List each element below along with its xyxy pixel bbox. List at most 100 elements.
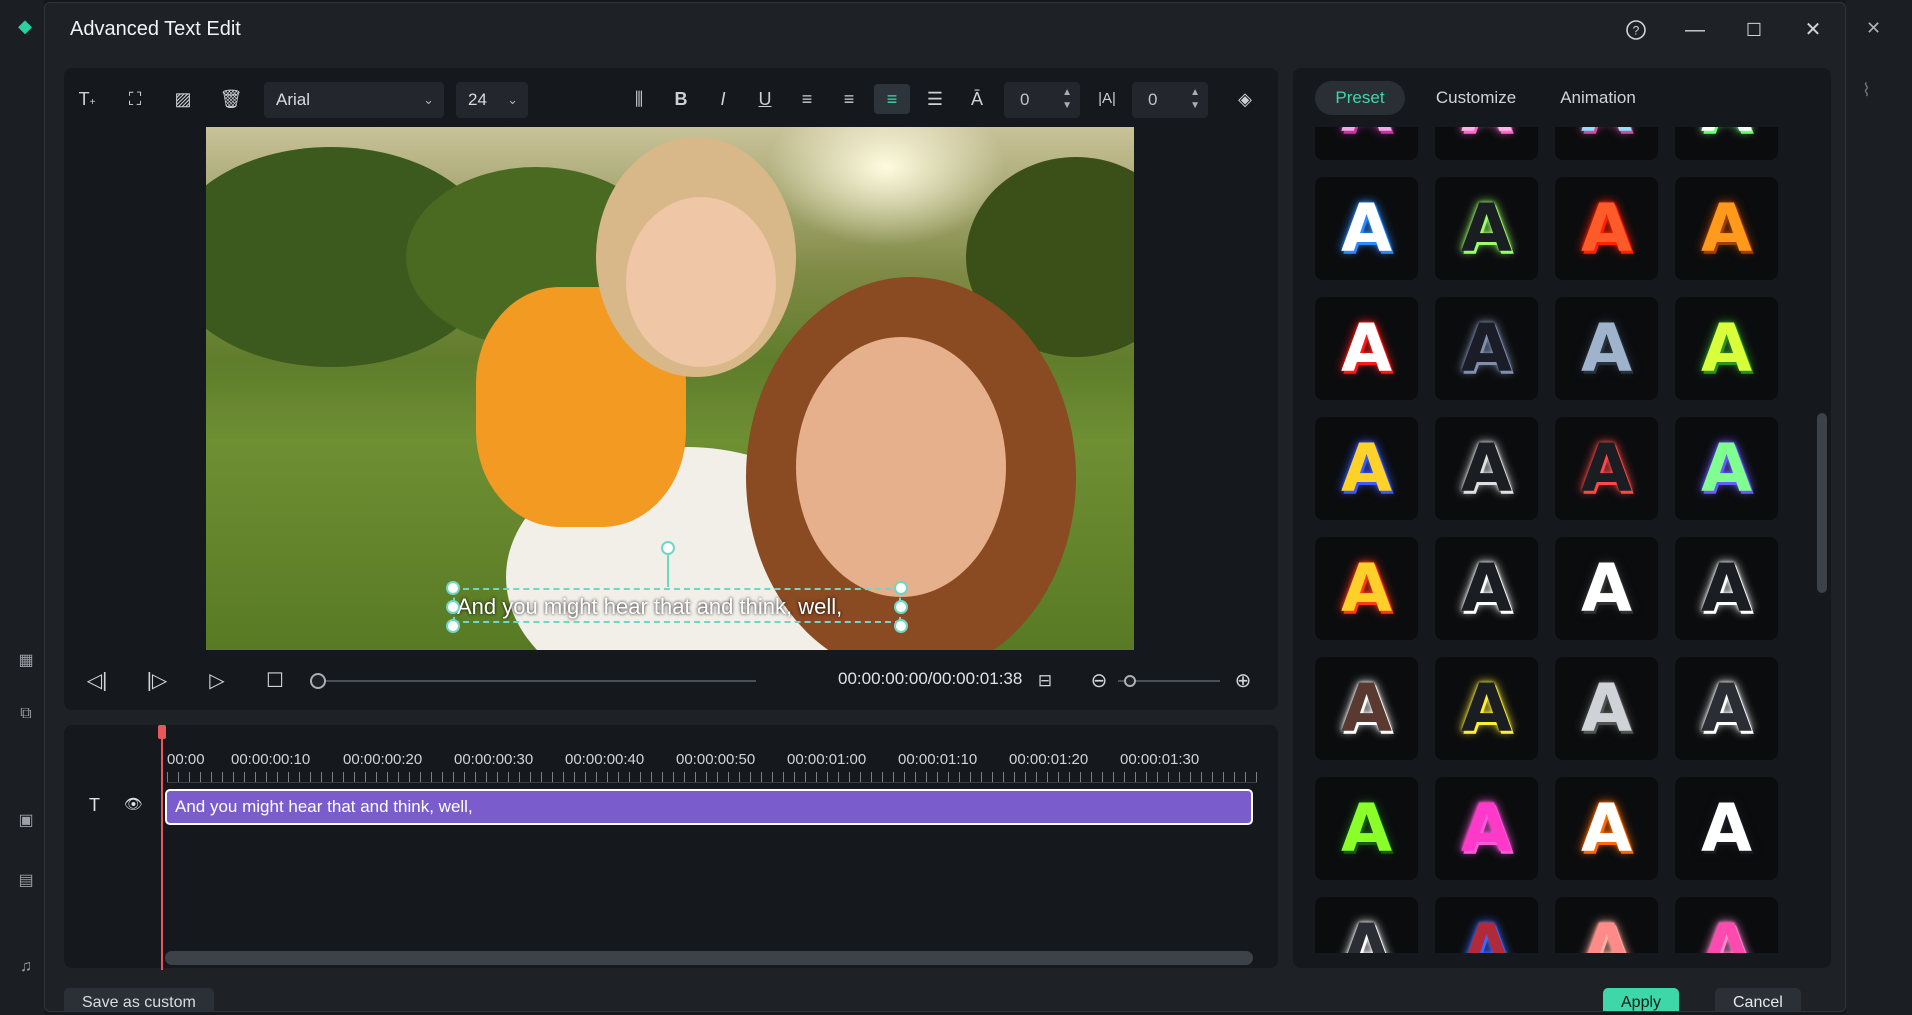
ruler-label: 00:00:00:30 (454, 751, 534, 768)
preset-tile[interactable]: A (1555, 657, 1658, 760)
tab-animation[interactable]: Animation (1543, 81, 1653, 115)
help-icon[interactable]: ? (1621, 15, 1651, 45)
align-right-icon[interactable]: ≡ (834, 84, 864, 114)
add-text-icon[interactable]: T+ (72, 84, 102, 114)
tab-customize[interactable]: Customize (1421, 81, 1531, 115)
resize-handle[interactable] (894, 581, 908, 595)
preset-tile[interactable]: A (1675, 537, 1778, 640)
horizontal-scrollbar[interactable] (165, 951, 1253, 965)
preset-tile[interactable]: A (1315, 537, 1418, 640)
video-preview[interactable]: And you might hear that and think, well, (206, 127, 1134, 650)
preset-tile[interactable]: A (1675, 657, 1778, 760)
size-select[interactable]: 24 ⌄ (456, 82, 528, 118)
preset-tile[interactable]: A (1555, 897, 1658, 953)
eye-icon[interactable]: 👁 (124, 795, 143, 813)
previous-frame-icon[interactable]: ◁| (84, 668, 110, 694)
preset-tile[interactable]: A (1555, 417, 1658, 520)
preset-letter: A (1700, 670, 1753, 747)
minimize-icon[interactable]: — (1680, 15, 1710, 45)
preset-scrollbar[interactable] (1817, 413, 1827, 593)
text-clip[interactable]: And you might hear that and think, well, (165, 789, 1253, 825)
stop-icon[interactable]: ☐ (262, 668, 288, 694)
next-frame-icon[interactable]: |▷ (144, 668, 170, 694)
preset-tile[interactable]: A (1315, 297, 1418, 400)
preset-tile[interactable]: A (1555, 297, 1658, 400)
preset-tile[interactable]: A (1315, 177, 1418, 280)
preset-tile[interactable]: A (1675, 897, 1778, 953)
maximize-icon[interactable]: ☐ (1739, 15, 1769, 45)
image-icon[interactable]: ▨ (168, 84, 198, 114)
line-spacing-stepper[interactable]: 0 ▲ ▼ (1132, 82, 1208, 118)
preset-tile[interactable]: A (1435, 537, 1538, 640)
preset-letter: A (1340, 430, 1393, 507)
time-ruler[interactable]: 00:00 00:00:00:10 00:00:00:20 00:00:00:3… (167, 743, 1257, 783)
preset-letter: A (1460, 910, 1513, 953)
music-icon: ♫ (20, 958, 32, 975)
preset-tile[interactable]: A (1675, 177, 1778, 280)
rotate-handle[interactable] (661, 541, 675, 555)
zoom-out-icon[interactable]: ⊖ (1086, 668, 1112, 694)
preset-tile[interactable]: A (1555, 177, 1658, 280)
delete-icon[interactable]: 🗑 (216, 84, 246, 114)
preset-tile[interactable]: A (1555, 127, 1658, 160)
preset-tile[interactable]: A (1675, 417, 1778, 520)
play-icon[interactable]: ▷ (204, 668, 230, 694)
dialog-title: Advanced Text Edit (70, 18, 241, 40)
vertical-text-icon[interactable]: ⫼ (624, 84, 654, 114)
zoom-knob[interactable] (1124, 675, 1136, 687)
resize-handle[interactable] (446, 619, 460, 633)
save-as-custom-button[interactable]: Save as custom (64, 988, 214, 1011)
playhead[interactable] (158, 725, 166, 970)
resize-handle[interactable] (894, 619, 908, 633)
ruler-label: 00:00:00:20 (343, 751, 423, 768)
preset-tile[interactable]: A (1675, 777, 1778, 880)
ruler-label: 00:00:01:20 (1009, 751, 1089, 768)
ruler-label: 00:00 (167, 751, 205, 768)
resize-handle[interactable] (894, 600, 908, 614)
apply-button[interactable]: Apply (1603, 988, 1680, 1011)
zoom-in-icon[interactable]: ⊕ (1230, 668, 1256, 694)
justify-icon[interactable]: ☰ (920, 84, 950, 114)
preset-letter: A (1461, 127, 1512, 147)
caption-text-box[interactable]: And you might hear that and think, well, (453, 588, 901, 623)
preset-tile[interactable]: A (1315, 417, 1418, 520)
preset-tile[interactable]: A (1435, 777, 1538, 880)
align-left-icon[interactable]: ≡ (792, 84, 822, 114)
preset-tile[interactable]: A (1435, 417, 1538, 520)
fit-icon[interactable]: ⊟ (1032, 668, 1058, 694)
progress-knob[interactable] (310, 673, 326, 689)
spacing-icon[interactable]: |A| (1092, 84, 1122, 114)
preset-tile[interactable]: A (1435, 897, 1538, 953)
preset-tile[interactable]: A (1555, 537, 1658, 640)
preset-tile[interactable]: A (1435, 127, 1538, 160)
preset-tile[interactable]: A (1315, 897, 1418, 953)
italic-icon[interactable]: I (708, 84, 738, 114)
text-box-icon[interactable]: ⛶ (120, 84, 150, 114)
grid-icon: ▦ (18, 652, 34, 669)
baseline-icon[interactable]: Ā (962, 84, 992, 114)
preset-tile[interactable]: A (1435, 657, 1538, 760)
resize-handle[interactable] (446, 600, 460, 614)
underline-icon[interactable]: U (750, 84, 780, 114)
cancel-button[interactable]: Cancel (1715, 988, 1801, 1011)
progress-track[interactable] (316, 680, 756, 682)
bold-icon[interactable]: B (666, 84, 696, 114)
align-center-icon[interactable]: ≡ (874, 84, 910, 114)
app-logo-icon: ◆ (18, 16, 32, 36)
character-spacing-stepper[interactable]: 0 ▲ ▼ (1004, 82, 1080, 118)
layers-icon[interactable]: ◈ (1230, 84, 1260, 114)
preset-tile[interactable]: A (1555, 777, 1658, 880)
preset-tile[interactable]: A (1675, 297, 1778, 400)
playhead-cap[interactable] (158, 725, 166, 739)
preset-tile[interactable]: A (1435, 177, 1538, 280)
tab-preset[interactable]: Preset (1315, 81, 1405, 115)
font-select[interactable]: Arial ⌄ (264, 82, 444, 118)
preset-tile[interactable]: A (1315, 657, 1418, 760)
preset-tile[interactable]: A (1315, 127, 1418, 160)
preset-tile[interactable]: A (1675, 127, 1778, 160)
preset-letter: A (1580, 310, 1633, 387)
resize-handle[interactable] (446, 581, 460, 595)
preset-tile[interactable]: A (1435, 297, 1538, 400)
preset-tile[interactable]: A (1315, 777, 1418, 880)
close-icon[interactable]: ✕ (1798, 15, 1828, 45)
